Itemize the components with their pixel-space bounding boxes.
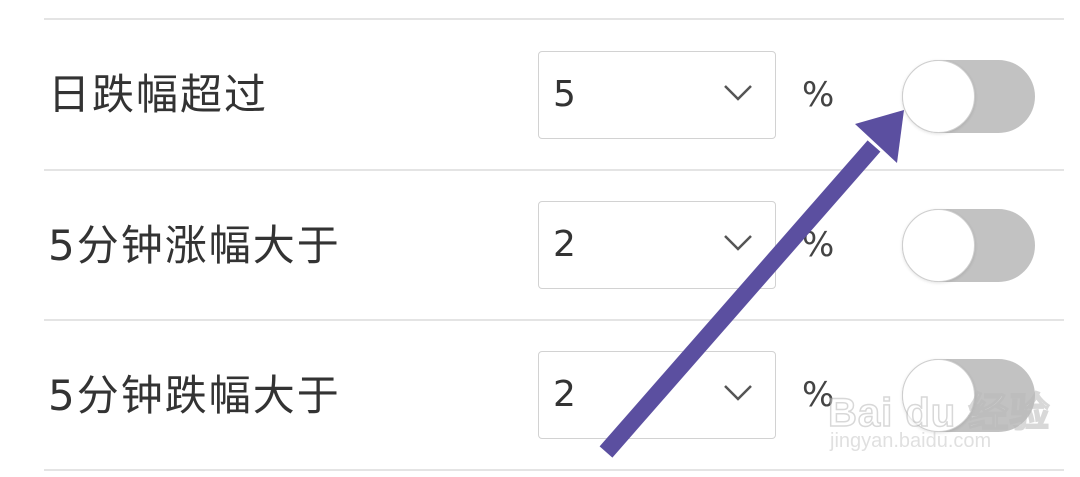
toggle-knob <box>902 60 975 133</box>
toggle-knob <box>902 209 975 282</box>
unit-label: % <box>802 375 835 415</box>
divider-bottom <box>44 469 1064 471</box>
threshold-value: 2 <box>553 224 576 265</box>
alert-toggle[interactable] <box>902 359 1035 432</box>
setting-row-5min-rise: 5分钟涨幅大于 2 % <box>0 171 1080 321</box>
chevron-down-icon <box>724 235 752 251</box>
alert-toggle[interactable] <box>902 209 1035 282</box>
threshold-select[interactable]: 2 <box>538 201 776 289</box>
threshold-value: 2 <box>553 374 576 415</box>
setting-label: 5分钟跌幅大于 <box>48 371 341 420</box>
threshold-select[interactable]: 5 <box>538 51 776 139</box>
unit-label: % <box>802 225 835 265</box>
setting-row-daily-drop: 日跌幅超过 5 % <box>0 20 1080 170</box>
threshold-value: 5 <box>553 74 576 115</box>
setting-label: 5分钟涨幅大于 <box>48 221 341 270</box>
unit-label: % <box>802 75 835 115</box>
threshold-select[interactable]: 2 <box>538 351 776 439</box>
chevron-down-icon <box>724 385 752 401</box>
chevron-down-icon <box>724 85 752 101</box>
setting-label: 日跌幅超过 <box>48 70 269 119</box>
toggle-knob <box>902 359 975 432</box>
alert-toggle[interactable] <box>902 60 1035 133</box>
setting-row-5min-drop: 5分钟跌幅大于 2 % <box>0 321 1080 471</box>
